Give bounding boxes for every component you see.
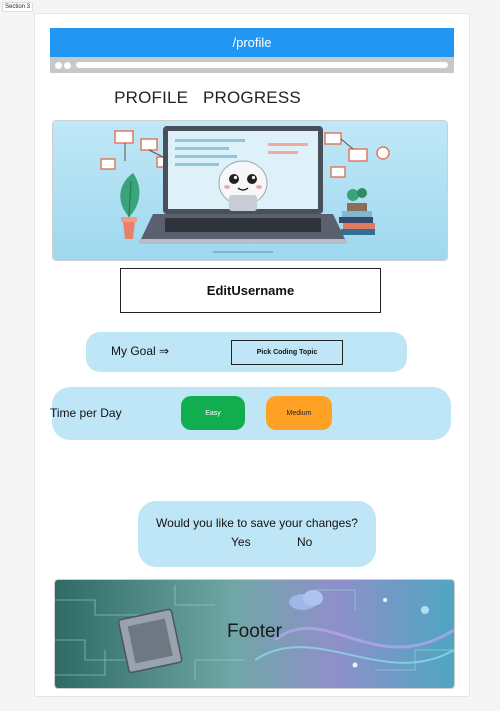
laptop-robot-illustration [53, 121, 447, 260]
time-per-day-panel: Time per Day Easy Medium [50, 387, 451, 440]
window-dot-icon [55, 62, 62, 69]
footer: Footer [54, 579, 455, 689]
app-frame: /profile PROFILE PROGRESS EditUsername M… [34, 13, 470, 697]
goal-panel: My Goal ⇒ Pick Coding Topic [86, 332, 407, 372]
section-label: Section 3 [2, 2, 34, 12]
url-field[interactable] [76, 62, 448, 68]
window-titlebar: /profile [50, 28, 454, 57]
window-title: /profile [232, 35, 272, 50]
easy-button[interactable]: Easy [181, 396, 245, 430]
save-question: Would you like to save your changes? [156, 516, 358, 530]
window-dot-icon [64, 62, 71, 69]
hero-image [52, 120, 448, 261]
address-bar [50, 57, 454, 73]
yes-button[interactable]: Yes [231, 535, 251, 549]
medium-button[interactable]: Medium [266, 396, 332, 430]
page-title: PROFILE PROGRESS [114, 88, 301, 107]
time-per-day-label: Time per Day [50, 406, 122, 420]
edit-username-button[interactable]: EditUsername [120, 268, 381, 313]
pick-coding-topic-button[interactable]: Pick Coding Topic [231, 340, 343, 365]
no-button[interactable]: No [297, 535, 312, 549]
footer-label: Footer [227, 621, 282, 642]
goal-label: My Goal ⇒ [111, 344, 170, 358]
save-changes-dialog: Would you like to save your changes? Yes… [138, 501, 376, 567]
